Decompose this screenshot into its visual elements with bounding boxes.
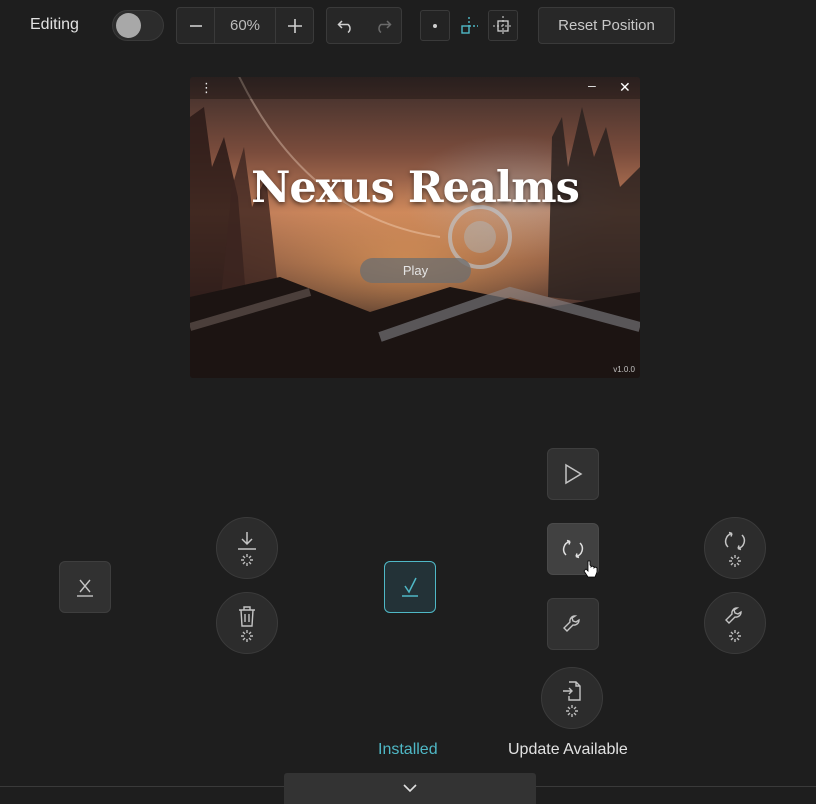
editing-label: Editing <box>30 16 79 33</box>
check-icon <box>402 577 418 597</box>
version-label: v1.0.0 <box>613 365 635 374</box>
locate-game-button[interactable] <box>541 667 603 729</box>
minimize-icon[interactable]: – <box>588 77 596 93</box>
update-available-label: Update Available <box>508 741 628 758</box>
history-group <box>326 7 402 44</box>
spinner-icon <box>729 554 741 567</box>
trash-icon <box>239 605 255 627</box>
editing-toggle[interactable] <box>112 10 164 41</box>
refresh-icon <box>562 539 584 559</box>
spinner-icon <box>729 629 741 642</box>
wrench-icon <box>563 615 580 632</box>
zoom-group: 60% <box>176 7 314 44</box>
preview-play-button[interactable]: Play <box>360 258 471 283</box>
download-button[interactable] <box>216 517 278 579</box>
preview-titlebar <box>190 77 640 99</box>
plus-icon <box>287 18 302 33</box>
spinner-icon <box>241 629 253 642</box>
close-icon[interactable]: ✕ <box>619 79 631 96</box>
repairing-button[interactable] <box>704 592 766 654</box>
game-preview-window[interactable]: ⋮ – ✕ Nexus Realms Play v1.0.0 <box>190 77 640 378</box>
minus-icon <box>189 24 202 27</box>
anchor-center-button[interactable] <box>420 10 450 41</box>
file-import-icon <box>563 680 581 701</box>
chevron-down-icon <box>403 784 417 793</box>
wrench-icon <box>725 606 742 624</box>
toggle-knob <box>116 13 141 38</box>
updating-button[interactable] <box>704 517 766 579</box>
zoom-value: 60% <box>229 17 261 34</box>
grid-anchor-icon <box>493 15 513 36</box>
not-installed-button[interactable] <box>59 561 111 613</box>
installed-button[interactable] <box>384 561 436 613</box>
play-icon <box>565 463 583 485</box>
installed-label: Installed <box>378 741 438 758</box>
expand-panel-tab[interactable] <box>284 773 536 804</box>
anchor-grid-button[interactable] <box>488 10 518 41</box>
game-title: Nexus Realms <box>251 163 580 213</box>
redo-icon <box>377 19 392 33</box>
play-button[interactable] <box>547 448 599 500</box>
toolbar: Editing 60% Reset Position <box>0 0 816 52</box>
zoom-in-button[interactable] <box>276 8 313 43</box>
redo-button[interactable] <box>364 8 401 43</box>
spinner-icon <box>566 704 578 717</box>
spinner-icon <box>241 553 253 566</box>
anchor-corner-button[interactable] <box>454 10 484 41</box>
uninstall-button[interactable] <box>216 592 278 654</box>
repair-button[interactable] <box>547 598 599 650</box>
dot-icon <box>433 23 437 28</box>
x-icon <box>77 579 93 597</box>
more-vertical-icon[interactable]: ⋮ <box>200 80 213 96</box>
scene-art <box>190 77 640 378</box>
zoom-out-button[interactable] <box>177 8 214 43</box>
refresh-icon <box>724 531 746 550</box>
pointer-cursor-icon <box>583 560 598 578</box>
reset-position-button[interactable]: Reset Position <box>538 7 675 44</box>
download-icon <box>238 531 256 550</box>
anchor-corner-icon <box>461 16 478 34</box>
undo-button[interactable] <box>327 8 364 43</box>
undo-icon <box>336 19 351 33</box>
